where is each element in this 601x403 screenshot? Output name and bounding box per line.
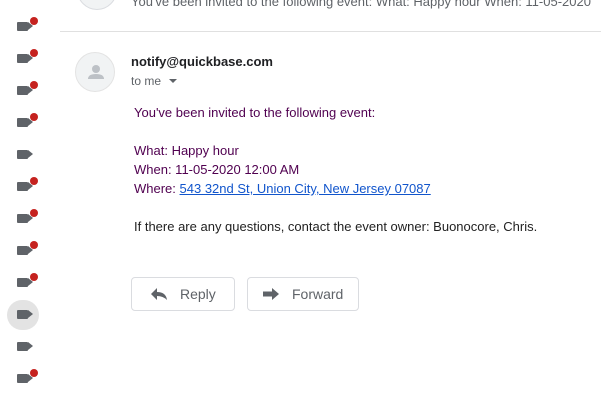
previous-message-row[interactable]: You've been invited to the following eve… [60,0,601,32]
reply-label: Reply [180,286,216,302]
rail-label-item[interactable] [7,332,39,362]
rail-label-item[interactable] [7,44,39,74]
label-icon [17,118,33,127]
label-rail [0,0,52,403]
label-icon [17,54,33,63]
event-what: What: Happy hour [134,143,239,158]
forward-label: Forward [292,286,344,302]
label-icon [17,278,33,287]
recipient-label: to me [131,74,162,88]
label-icon [17,214,33,223]
label-icon [17,310,33,319]
invite-intro: You've been invited to the following eve… [134,105,376,120]
event-location-link[interactable]: 543 32nd St, Union City, New Jersey 0708… [180,181,431,196]
label-icon [17,246,33,255]
rail-label-item[interactable] [7,268,39,298]
label-icon [17,182,33,191]
rail-label-item[interactable] [7,236,39,266]
unread-badge [30,177,38,185]
chevron-down-icon[interactable] [169,79,178,83]
reply-icon [151,288,167,300]
rail-label-item[interactable] [7,172,39,202]
event-where: Where: 543 32nd St, Union City, New Jers… [134,181,431,196]
rail-label-item[interactable] [7,300,39,330]
rail-label-item[interactable] [7,364,39,394]
sender-avatar [75,52,115,92]
forward-button[interactable]: Forward [247,277,359,311]
rail-label-item[interactable] [7,108,39,138]
event-when: When: 11-05-2020 12:00 AM [134,162,300,177]
label-icon [17,86,33,95]
unread-badge [30,273,38,281]
label-icon [17,342,33,351]
recipient-details-toggle[interactable]: to me [131,74,178,88]
rail-label-item[interactable] [7,140,39,170]
unread-badge [30,17,38,25]
forward-icon [263,288,279,300]
unread-badge [30,209,38,217]
unread-badge [30,113,38,121]
previous-message-snippet: You've been invited to the following eve… [131,0,591,9]
rail-label-item[interactable] [7,12,39,42]
event-footer: If there are any questions, contact the … [134,219,538,234]
event-where-label: Where: [134,181,180,196]
unread-badge [30,369,38,377]
rail-label-item[interactable] [7,76,39,106]
unread-badge [30,49,38,57]
person-icon [88,65,104,79]
rail-label-item[interactable] [7,204,39,234]
unread-badge [30,241,38,249]
sender-email[interactable]: notify@quickbase.com [131,54,273,69]
label-icon [17,150,33,159]
label-icon [17,22,33,31]
unread-badge [30,81,38,89]
label-icon [17,374,33,383]
previous-sender-avatar [77,0,117,10]
reply-button[interactable]: Reply [131,277,235,311]
